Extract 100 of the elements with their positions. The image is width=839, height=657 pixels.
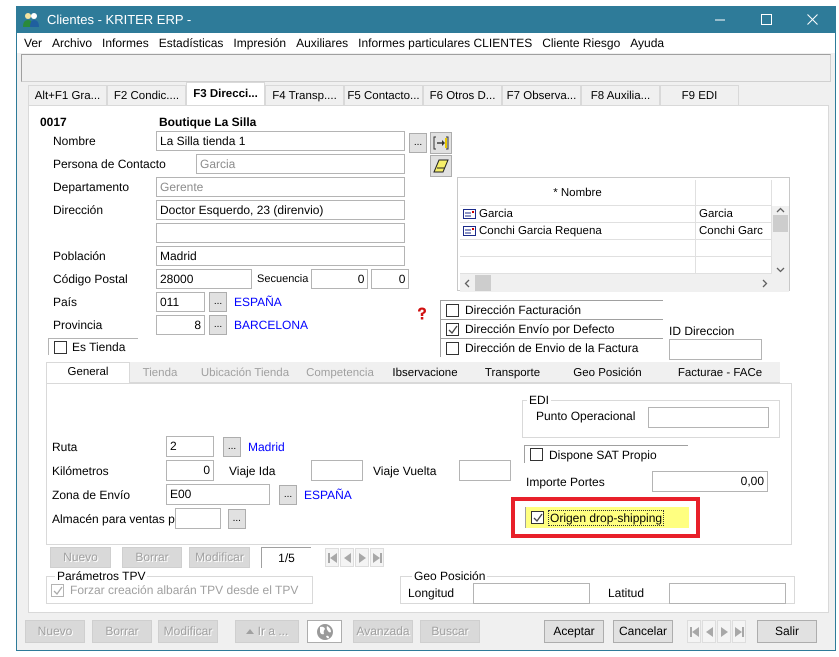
checkbox[interactable] xyxy=(530,448,543,461)
text-field[interactable]: E00 xyxy=(166,484,270,505)
text-field[interactable]: 0,00 xyxy=(652,471,768,492)
text-field[interactable] xyxy=(311,460,363,481)
table-cell: Conchi Garc xyxy=(699,225,763,237)
text-field[interactable]: 2 xyxy=(166,436,214,457)
checkbox-label[interactable]: Dirección de Envio de la Factura xyxy=(465,341,638,355)
bracket-arrow-icon xyxy=(433,134,449,150)
tab[interactable]: Alt+F1 Gra... xyxy=(28,85,107,105)
text-field[interactable]: 0 xyxy=(371,269,410,289)
text-field[interactable] xyxy=(156,223,405,243)
tab[interactable]: F2 Condic.... xyxy=(107,85,186,105)
text-field[interactable]: La Silla tienda 1 xyxy=(156,131,405,151)
skip-end-icon xyxy=(372,552,382,564)
record-icon xyxy=(463,209,476,219)
tab[interactable]: F9 EDI xyxy=(660,85,739,105)
tab[interactable]: Geo Posición xyxy=(555,364,660,383)
text-field[interactable]: 011 xyxy=(156,292,205,312)
tab[interactable]: F6 Otros D... xyxy=(423,85,502,105)
scroll-thumb[interactable] xyxy=(475,275,491,291)
tab[interactable]: General xyxy=(46,362,130,383)
check-icon xyxy=(447,324,458,334)
menu-item[interactable]: Ayuda xyxy=(625,36,670,50)
triangle-left-icon xyxy=(704,626,714,638)
tab[interactable]: F5 Contacto... xyxy=(344,85,423,105)
column-header[interactable]: * Nombre xyxy=(460,180,696,206)
text-field[interactable] xyxy=(669,582,786,604)
text-field[interactable]: Doctor Esquerdo, 23 (direnvio) xyxy=(156,200,405,220)
insert-button[interactable] xyxy=(430,132,452,154)
group-title: Geo Posición xyxy=(413,569,486,583)
browse-button[interactable]: ... xyxy=(279,484,297,504)
menu-item[interactable]: Estadísticas xyxy=(154,36,228,50)
menu-item[interactable]: Archivo xyxy=(47,36,98,50)
field-label: Dirección xyxy=(52,203,104,217)
scroll-thumb[interactable] xyxy=(773,215,788,232)
record-counter: 1/5 xyxy=(261,547,311,568)
text-field[interactable]: 0 xyxy=(166,460,214,481)
tab[interactable]: Transporte xyxy=(470,364,555,383)
field-label: Provincia xyxy=(52,318,104,332)
checkbox[interactable] xyxy=(446,342,459,354)
tab[interactable]: F4 Transp.... xyxy=(265,85,344,105)
text-field[interactable] xyxy=(669,339,762,360)
checkbox-label[interactable]: Dispone SAT Propio xyxy=(549,448,657,462)
close-icon xyxy=(806,14,818,25)
window-title: Clientes - KRITER ERP - xyxy=(47,12,192,27)
field-label: Punto Operacional xyxy=(536,409,636,423)
vertical-scrollbar[interactable] xyxy=(772,206,789,274)
checkbox-label[interactable]: Es Tienda xyxy=(72,340,126,354)
menu-item[interactable]: Informes particulares CLIENTES xyxy=(353,36,538,50)
field-label: Persona de Contacto xyxy=(52,157,167,171)
browse-button[interactable]: ... xyxy=(209,315,227,335)
field-label: Kilómetros xyxy=(52,464,110,478)
chevron-right-icon xyxy=(760,278,769,288)
skip-end-icon xyxy=(734,626,744,638)
maximize-icon xyxy=(760,14,772,25)
checkbox-label[interactable]: Dirección Facturación xyxy=(465,303,582,317)
menu-item[interactable]: Informes xyxy=(97,36,154,50)
text-field[interactable] xyxy=(473,582,590,604)
checkbox[interactable] xyxy=(446,322,459,336)
text-field[interactable]: 0 xyxy=(311,269,368,289)
eraser-button[interactable] xyxy=(430,155,452,177)
checkbox[interactable] xyxy=(531,511,544,524)
tab[interactable]: F8 Auxilia... xyxy=(581,85,660,105)
browse-button[interactable]: ... xyxy=(228,508,246,528)
checkbox-label[interactable]: Dirección Envío por Defecto xyxy=(465,322,614,336)
text-field[interactable]: 8 xyxy=(156,315,205,335)
tab[interactable]: F7 Observa... xyxy=(502,85,581,105)
tab[interactable]: F3 Direcci... xyxy=(186,82,265,105)
browse-button[interactable]: ... xyxy=(209,292,227,312)
checkbox[interactable] xyxy=(54,340,67,354)
eraser-icon xyxy=(433,159,449,173)
menu-item[interactable]: Ver xyxy=(19,36,48,50)
text-field[interactable]: Madrid xyxy=(156,246,405,266)
horizontal-scrollbar[interactable] xyxy=(460,274,772,292)
field-label: Viaje Ida xyxy=(229,464,276,478)
text-field[interactable] xyxy=(174,508,221,529)
triangle-right-icon xyxy=(718,626,730,638)
check-icon xyxy=(532,512,543,523)
lookup-value: BARCELONA xyxy=(234,318,308,332)
client-name: Boutique La Silla xyxy=(159,115,256,129)
field-label: Importe Portes xyxy=(526,474,606,488)
browse-button[interactable]: ... xyxy=(409,132,427,152)
button[interactable]: Cancelar xyxy=(613,620,673,643)
browse-button[interactable]: ... xyxy=(223,436,241,456)
tab[interactable]: Ibservacione xyxy=(380,364,470,383)
globe-button[interactable] xyxy=(307,620,342,643)
text-field[interactable]: 28000 xyxy=(156,269,252,289)
field-label: Código Postal xyxy=(52,272,129,286)
field-label: Población xyxy=(52,249,107,263)
menu-item[interactable]: Auxiliares xyxy=(291,36,354,50)
text-field[interactable] xyxy=(648,407,769,428)
text-field[interactable] xyxy=(459,460,511,481)
menu-item[interactable]: Impresión xyxy=(228,36,292,50)
button[interactable]: Salir xyxy=(757,620,817,643)
group-title: EDI xyxy=(528,393,550,407)
checkbox[interactable] xyxy=(446,304,459,316)
button[interactable]: Aceptar xyxy=(544,620,604,643)
menu-item[interactable]: Cliente Riesgo xyxy=(537,36,626,50)
tab[interactable]: Facturae - FACe xyxy=(660,364,780,383)
checkbox-label[interactable]: Origen drop-shipping xyxy=(548,510,664,526)
